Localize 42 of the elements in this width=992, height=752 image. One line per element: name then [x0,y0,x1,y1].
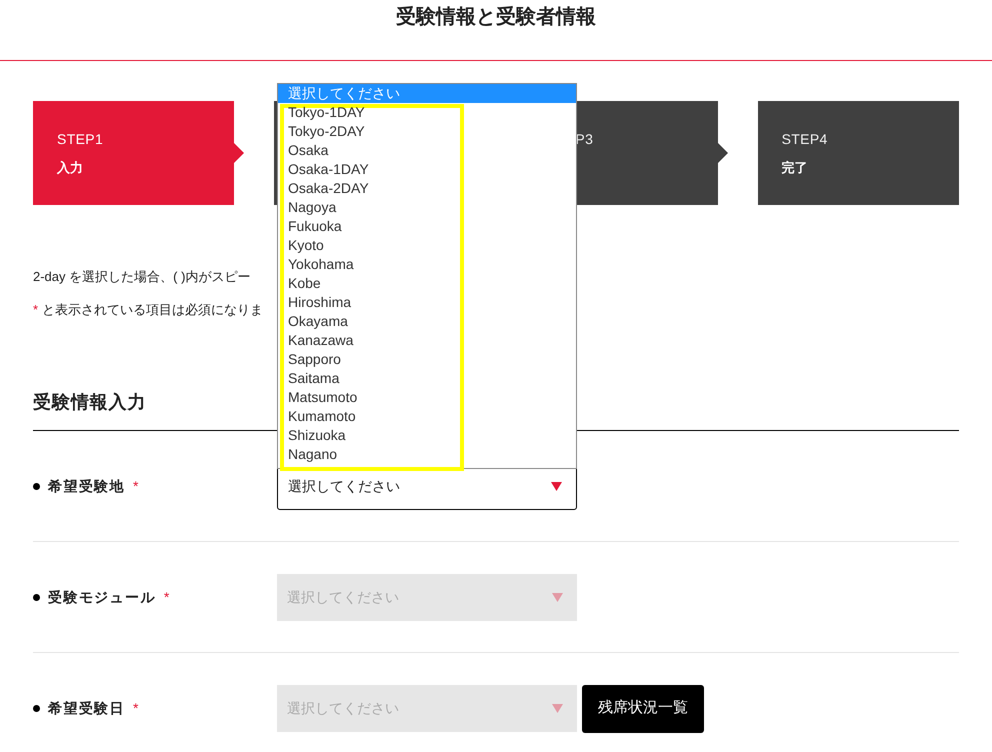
bullet-icon [33,482,40,490]
step-label: 完了 [782,159,809,177]
select-placeholder: 選択してください [287,588,399,606]
bullet-icon [33,594,40,600]
dropdown-option[interactable]: Osaka [278,141,338,160]
dropdown-option[interactable]: Fukuoka [278,217,352,236]
dropdown-option[interactable]: Nagoya [278,198,346,217]
note-text: 2-day を選択した場合、( )内がスピー [33,268,250,286]
dropdown-option[interactable]: Kanazawa [278,331,364,350]
required-mark: * [133,476,138,496]
dropdown-option[interactable]: Osaka-1DAY [278,160,379,179]
select-placeholder: 選択してください [288,476,400,496]
dropdown-option[interactable]: Okayama [278,312,358,331]
dropdown-option[interactable]: Matsumoto [278,388,368,407]
step-number: STEP4 [782,130,829,149]
caret-icon [552,592,563,602]
required-mark: * [133,699,138,718]
caret-icon [551,482,562,490]
dropdown-option[interactable]: Sapporo [278,350,351,369]
caret-icon [552,704,563,713]
dropdown-option[interactable]: Yokohama [278,255,364,274]
note-text: * と表示されている項目は必須になりま [33,300,264,318]
page-title: 受験情報と受験者情報 [396,5,596,30]
dropdown-option[interactable]: Kyoto [278,236,334,255]
dropdown-option[interactable]: Saitama [278,369,350,388]
field-label: 受験モジュール [48,588,156,606]
dropdown-option[interactable]: Tokyo-2DAY [278,122,375,141]
dropdown-option[interactable]: Osaka-2DAY [278,179,379,198]
dropdown-option[interactable]: Kumamoto [278,407,366,426]
step-number: STEP1 [57,130,104,149]
select-placeholder: 選択してください [287,699,399,718]
dropdown-option[interactable]: Tokyo-1DAY [278,103,375,122]
field-label: 希望受験日 [48,699,125,718]
dropdown-option[interactable]: Hiroshima [278,293,362,312]
section-title: 受験情報入力 [33,391,146,414]
dropdown-option[interactable]: Nagano [278,445,348,464]
required-mark: * [164,588,170,606]
dropdown-option[interactable]: Shizuoka [278,426,356,445]
bullet-icon [33,705,40,712]
dropdown-option[interactable]: Kobe [278,274,331,293]
step-label: 入力 [57,159,84,177]
field-label: 希望受験地 [48,476,125,496]
